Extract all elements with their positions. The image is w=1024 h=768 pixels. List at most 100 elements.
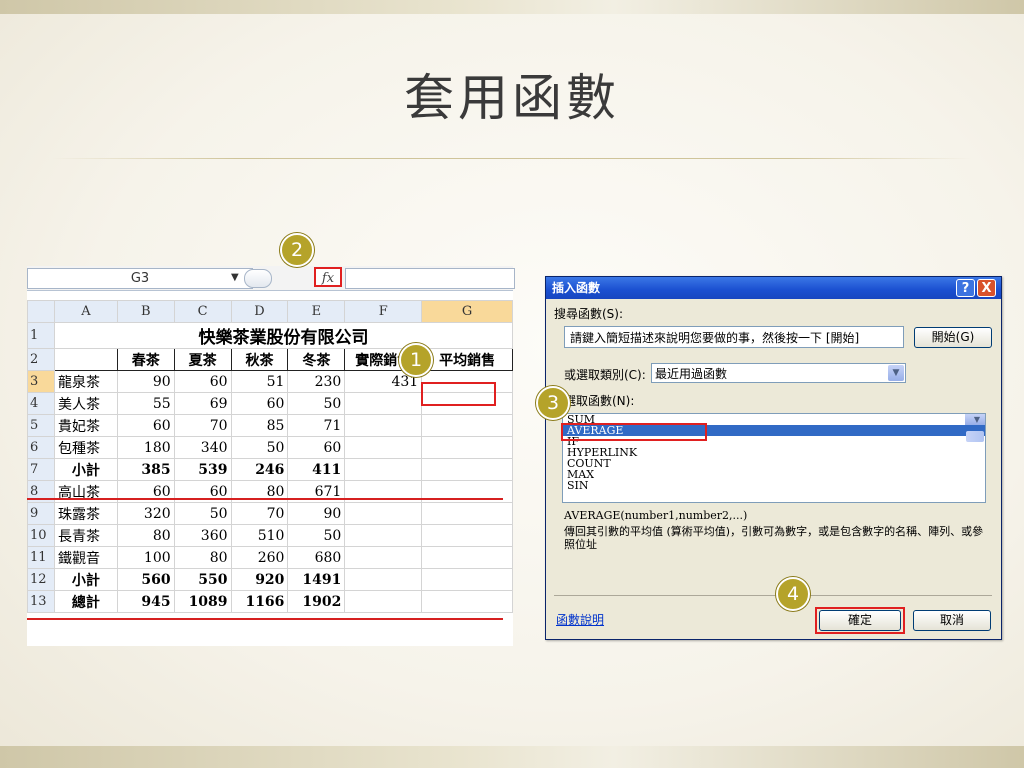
value-cell[interactable] [344,502,423,525]
column-header-b[interactable]: B [116,300,175,323]
value-cell[interactable]: 230 [287,370,346,393]
row-header[interactable]: 13 [27,590,55,613]
item-name-cell[interactable]: 包種茶 [53,436,118,459]
header-cell[interactable]: 平均銷售 [421,348,513,371]
item-name-cell[interactable]: 龍泉茶 [53,370,118,393]
row-header[interactable]: 3 [27,370,55,393]
function-list-item[interactable]: SIN [563,480,985,491]
value-cell[interactable]: 920 [230,568,289,591]
header-cell[interactable]: 春茶 [116,348,175,371]
value-cell[interactable]: 55 [116,392,175,415]
item-name-cell[interactable]: 小計 [53,568,118,591]
row-header[interactable]: 2 [27,348,55,371]
value-cell[interactable]: 260 [230,546,289,569]
value-cell[interactable]: 411 [287,458,346,481]
value-cell[interactable]: 100 [116,546,175,569]
chevron-down-icon[interactable]: ▼ [888,365,904,381]
search-input[interactable]: 請鍵入簡短描述來說明您要做的事，然後按一下 [開始] [564,326,904,348]
dialog-titlebar[interactable]: 插入函數 [546,277,1001,299]
value-cell[interactable]: 80 [173,546,232,569]
value-cell[interactable] [421,590,513,613]
column-header-a[interactable]: A [53,300,118,323]
value-cell[interactable] [344,590,423,613]
formula-input[interactable] [345,268,515,289]
value-cell[interactable]: 1166 [230,590,289,613]
value-cell[interactable]: 945 [116,590,175,613]
insert-function-button[interactable]: fx [314,267,342,287]
function-help-link[interactable]: 函數說明 [556,611,604,628]
column-header-c[interactable]: C [173,300,232,323]
scroll-thumb[interactable] [966,431,984,442]
header-cell[interactable]: 夏茶 [173,348,232,371]
value-cell[interactable]: 50 [287,524,346,547]
row-header[interactable]: 5 [27,414,55,437]
column-header-g[interactable]: G [421,300,513,323]
scroll-down-icon[interactable]: ▼ [965,414,985,425]
row-header[interactable]: 10 [27,524,55,547]
value-cell[interactable]: 51 [230,370,289,393]
item-name-cell[interactable]: 鐵觀音 [53,546,118,569]
header-cell[interactable]: 冬茶 [287,348,346,371]
help-icon[interactable]: ? [956,279,975,297]
row-header[interactable]: 4 [27,392,55,415]
column-header-e[interactable]: E [287,300,346,323]
value-cell[interactable]: 1491 [287,568,346,591]
item-name-cell[interactable]: 美人茶 [53,392,118,415]
select-all-corner[interactable] [27,300,55,323]
value-cell[interactable] [344,568,423,591]
column-header-f[interactable]: F [344,300,423,323]
value-cell[interactable]: 85 [230,414,289,437]
value-cell[interactable]: 550 [173,568,232,591]
value-cell[interactable] [344,392,423,415]
header-cell[interactable] [53,348,118,371]
value-cell[interactable]: 60 [287,436,346,459]
item-name-cell[interactable]: 長青茶 [53,524,118,547]
value-cell[interactable] [421,502,513,525]
value-cell[interactable] [421,524,513,547]
value-cell[interactable]: 1089 [173,590,232,613]
value-cell[interactable]: 385 [116,458,175,481]
value-cell[interactable] [421,414,513,437]
value-cell[interactable] [344,436,423,459]
value-cell[interactable]: 90 [287,502,346,525]
header-cell[interactable]: 秋茶 [230,348,289,371]
value-cell[interactable]: 680 [287,546,346,569]
row-header[interactable]: 6 [27,436,55,459]
value-cell[interactable]: 70 [173,414,232,437]
value-cell[interactable] [421,436,513,459]
value-cell[interactable]: 60 [230,392,289,415]
value-cell[interactable]: 510 [230,524,289,547]
value-cell[interactable] [344,458,423,481]
name-box-dropdown-icon[interactable]: ▼ [231,272,239,283]
value-cell[interactable]: 71 [287,414,346,437]
function-list-item[interactable]: HYPERLINK [563,447,985,458]
value-cell[interactable]: 560 [116,568,175,591]
value-cell[interactable]: 50 [173,502,232,525]
item-name-cell[interactable]: 總計 [53,590,118,613]
value-cell[interactable] [421,568,513,591]
value-cell[interactable]: 50 [230,436,289,459]
row-header[interactable]: 11 [27,546,55,569]
value-cell[interactable] [421,458,513,481]
function-list-item[interactable]: MAX [563,469,985,480]
go-button[interactable]: 開始(G) [914,327,992,348]
value-cell[interactable]: 69 [173,392,232,415]
row-header[interactable]: 7 [27,458,55,481]
value-cell[interactable]: 320 [116,502,175,525]
value-cell[interactable]: 1902 [287,590,346,613]
close-icon[interactable]: X [977,279,996,297]
value-cell[interactable]: 180 [116,436,175,459]
value-cell[interactable] [344,546,423,569]
value-cell[interactable]: 60 [173,370,232,393]
row-header[interactable]: 1 [27,322,55,349]
value-cell[interactable]: 70 [230,502,289,525]
function-list-item[interactable]: COUNT [563,458,985,469]
name-box[interactable]: G3 [27,268,253,289]
value-cell[interactable] [344,524,423,547]
value-cell[interactable]: 90 [116,370,175,393]
value-cell[interactable]: 50 [287,392,346,415]
item-name-cell[interactable]: 珠露茶 [53,502,118,525]
value-cell[interactable]: 60 [116,414,175,437]
value-cell[interactable] [421,546,513,569]
row-header[interactable]: 12 [27,568,55,591]
